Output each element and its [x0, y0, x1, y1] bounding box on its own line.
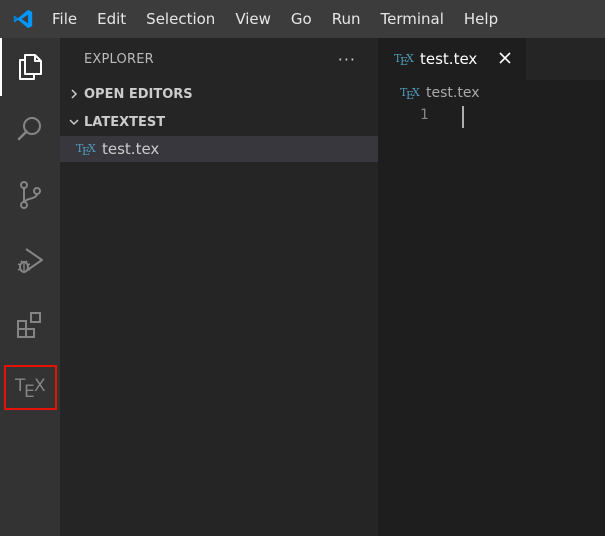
source-control-icon	[20, 181, 41, 209]
breadcrumb[interactable]: TEX test.tex	[378, 80, 605, 106]
search-activity-button[interactable]	[0, 100, 60, 158]
tab-label: test.tex	[420, 50, 478, 68]
workspace-label: LATEXTEST	[84, 114, 166, 130]
extensions-icon	[17, 312, 41, 338]
menu-go[interactable]: Go	[281, 0, 322, 38]
extensions-activity-button[interactable]	[0, 296, 60, 354]
title-bar: File Edit Selection View Go Run Terminal…	[0, 0, 605, 38]
open-editors-label: OPEN EDITORS	[84, 86, 193, 102]
file-item-label: test.tex	[102, 140, 160, 158]
activity-bar: T E X	[0, 38, 60, 536]
tex-file-icon: TEX	[400, 86, 420, 102]
close-icon[interactable]	[496, 49, 514, 67]
editor-area: TEX test.tex TEX test.tex 1	[378, 38, 605, 536]
tab-test-tex[interactable]: TEX test.tex	[378, 38, 526, 80]
tex-icon: T E X	[14, 376, 46, 401]
chevron-down-icon	[66, 114, 82, 130]
run-debug-activity-button[interactable]	[0, 232, 60, 290]
explorer-sidebar: EXPLORER ··· OPEN EDITORS LATEXTEST TEX …	[60, 38, 378, 536]
tex-file-icon: TEX	[76, 142, 96, 158]
menu-terminal[interactable]: Terminal	[371, 0, 454, 38]
workspace-section[interactable]: LATEXTEST	[60, 108, 378, 136]
menu-run[interactable]: Run	[322, 0, 371, 38]
explorer-title: EXPLORER	[84, 51, 154, 67]
code-line[interactable]: 1	[378, 106, 605, 128]
vscode-logo-icon	[0, 0, 46, 38]
menu-bar: File Edit Selection View Go Run Terminal…	[46, 0, 508, 38]
chevron-right-icon	[66, 86, 82, 102]
explorer-icon	[19, 54, 42, 80]
svg-text:X: X	[34, 376, 46, 396]
tex-file-icon: TEX	[394, 52, 414, 68]
menu-edit[interactable]: Edit	[87, 0, 136, 38]
open-editors-section[interactable]: OPEN EDITORS	[60, 80, 378, 108]
menu-file[interactable]: File	[46, 0, 87, 38]
breadcrumb-label: test.tex	[426, 85, 480, 101]
text-cursor	[462, 106, 464, 128]
more-actions-icon[interactable]: ···	[338, 50, 356, 69]
source-control-activity-button[interactable]	[0, 166, 60, 224]
search-icon	[17, 117, 41, 141]
explorer-header: EXPLORER ···	[60, 38, 378, 80]
tex-activity-button[interactable]: T E X	[4, 365, 57, 410]
line-number: 1	[420, 107, 429, 123]
menu-help[interactable]: Help	[454, 0, 508, 38]
explorer-activity-button[interactable]	[0, 38, 60, 96]
run-debug-icon	[17, 248, 43, 273]
editor-tabs: TEX test.tex	[378, 38, 605, 80]
file-item[interactable]: TEX test.tex	[60, 136, 378, 162]
menu-selection[interactable]: Selection	[136, 0, 225, 38]
menu-view[interactable]: View	[225, 0, 281, 38]
